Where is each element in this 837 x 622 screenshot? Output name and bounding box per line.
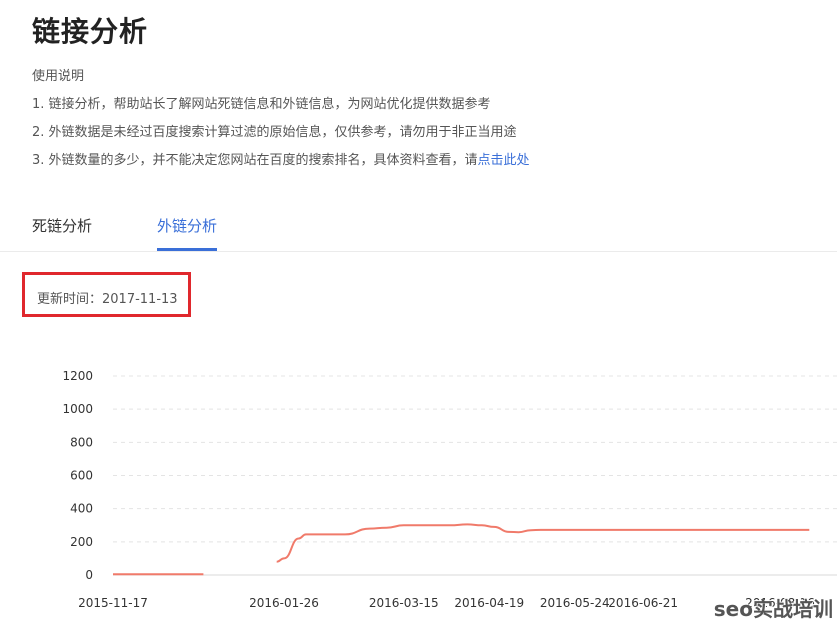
series-line	[276, 523, 810, 563]
instruction-line-1: 1. 链接分析，帮助站长了解网站死链信息和外链信息，为网站优化提供数据参考	[32, 97, 491, 112]
instruction-line-3: 3. 外链数量的多少，并不能决定您网站在百度的搜索排名，具体资料查看，请点击此处	[32, 150, 530, 178]
x-tick-label: 2016-03-15	[369, 596, 439, 610]
tab-dead-links-label: 死链分析	[32, 217, 93, 235]
x-tick-label: 2016-01-26	[249, 596, 319, 610]
instructions-heading: 使用说明	[32, 69, 85, 84]
y-tick-label: 600	[70, 469, 93, 483]
x-tick-label: 2016-06-21	[608, 596, 678, 610]
y-tick-label: 1000	[62, 402, 93, 416]
x-tick-label: 2016-04-19	[454, 596, 524, 610]
tab-external-links-label: 外链分析	[157, 217, 218, 235]
page-title: 链接分析	[32, 15, 149, 48]
tab-external-links[interactable]: 外链分析	[157, 208, 218, 251]
instructions: 使用说明 1. 链接分析，帮助站长了解网站死链信息和外链信息，为网站优化提供数据…	[32, 66, 530, 178]
instruction-line-2: 2. 外链数据是未经过百度搜索计算过滤的原始信息，仅供参考，请勿用于非正当用途	[32, 125, 517, 140]
instruction-line-3-text: 3. 外链数量的多少，并不能决定您网站在百度的搜索排名，具体资料查看，请	[32, 153, 478, 168]
tab-bar: 死链分析 外链分析	[0, 208, 837, 252]
watermark-text: seo实战培训	[713, 597, 833, 621]
y-tick-label: 400	[70, 502, 93, 516]
tab-dead-links[interactable]: 死链分析	[32, 208, 92, 248]
x-tick-label: 2015-11-17	[78, 596, 148, 610]
active-tab-indicator	[157, 248, 218, 251]
y-tick-label: 200	[70, 535, 93, 549]
click-here-link[interactable]: 点击此处	[478, 153, 530, 168]
y-tick-label: 800	[70, 435, 93, 449]
update-time-highlight: 更新时间：2017-11-13	[22, 272, 191, 317]
y-tick-label: 0	[85, 568, 93, 582]
y-tick-label: 1200	[62, 369, 93, 383]
update-time: 更新时间：2017-11-13	[37, 292, 178, 307]
page: 链接分析 使用说明 1. 链接分析，帮助站长了解网站死链信息和外链信息，为网站优…	[0, 0, 837, 622]
x-tick-label: 2016-05-24	[540, 596, 610, 610]
backlink-chart: 0 200 400 600 800 1000 1200 2015-11-17 2016-01-…	[62, 369, 837, 610]
